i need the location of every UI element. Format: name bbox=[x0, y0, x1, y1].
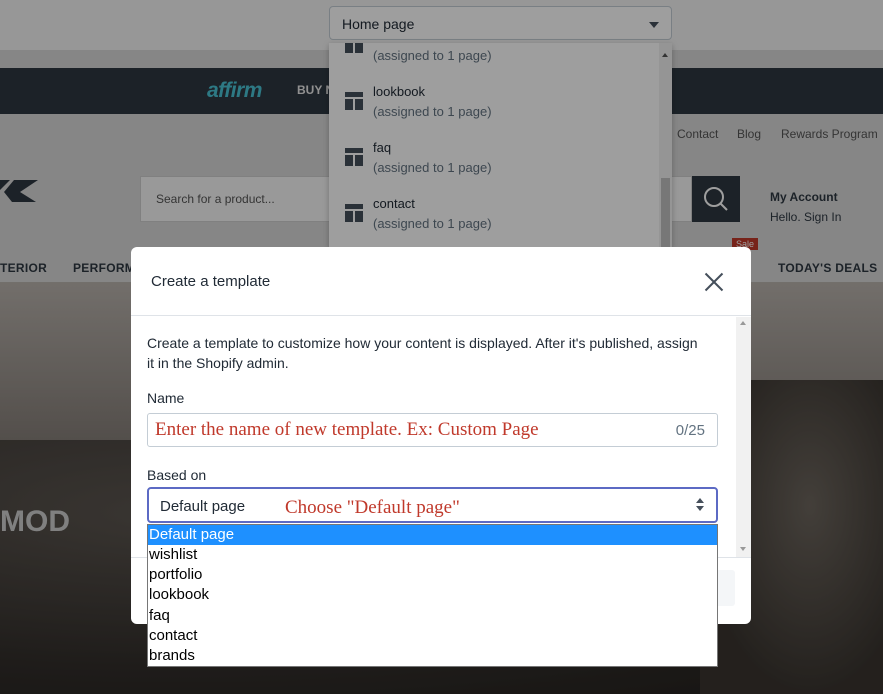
modal-title: Create a template bbox=[151, 273, 271, 290]
modal-description: Create a template to customize how your … bbox=[147, 335, 698, 371]
character-counter: 0/25 bbox=[675, 422, 705, 439]
option-wishlist[interactable]: wishlist bbox=[148, 545, 717, 565]
select-arrows-icon bbox=[696, 498, 704, 512]
option-portfolio[interactable]: portfolio bbox=[148, 565, 717, 585]
option-default-page[interactable]: Default page bbox=[148, 525, 717, 545]
close-icon[interactable] bbox=[703, 271, 725, 293]
modal-scrollbar[interactable] bbox=[736, 317, 751, 557]
template-name-input[interactable]: Enter the name of new template. Ex: Cust… bbox=[147, 413, 718, 447]
scroll-down-icon[interactable] bbox=[740, 547, 746, 551]
based-on-value: Default page bbox=[160, 498, 246, 515]
scroll-up-icon[interactable] bbox=[740, 321, 746, 325]
name-label: Name bbox=[147, 390, 185, 406]
based-on-annotation: Choose "Default page" bbox=[285, 497, 460, 518]
based-on-options-list[interactable]: Default page wishlist portfolio lookbook… bbox=[147, 524, 718, 667]
template-name-placeholder: Enter the name of new template. Ex: Cust… bbox=[155, 419, 539, 440]
option-faq[interactable]: faq bbox=[148, 606, 717, 626]
based-on-select[interactable]: Default page Choose "Default page" bbox=[147, 487, 718, 523]
modal-header: Create a template bbox=[131, 247, 751, 316]
option-contact[interactable]: contact bbox=[148, 626, 717, 646]
based-on-label: Based on bbox=[147, 467, 207, 483]
option-lookbook[interactable]: lookbook bbox=[148, 585, 717, 605]
option-brands[interactable]: brands bbox=[148, 646, 717, 666]
